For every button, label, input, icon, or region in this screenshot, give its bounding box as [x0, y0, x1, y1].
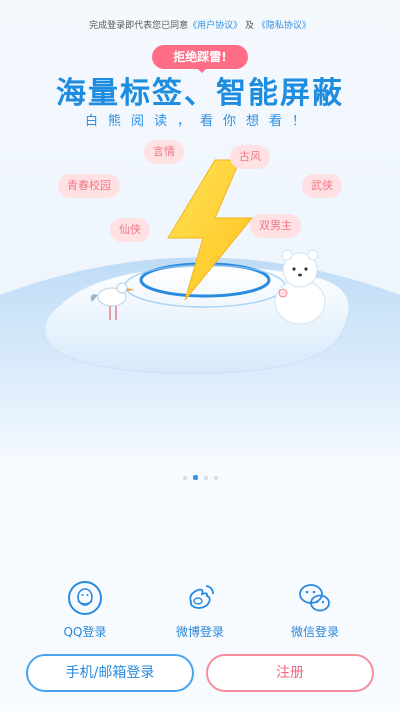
weibo-login-button[interactable]: 微博登录: [155, 580, 245, 640]
qq-login-button[interactable]: QQ登录: [40, 580, 130, 640]
carousel-dot[interactable]: [213, 475, 218, 480]
carousel-dot[interactable]: [203, 475, 208, 480]
headline: 海量标签、智能屏蔽: [56, 76, 344, 111]
phone-email-login-button[interactable]: 手机/邮箱登录: [26, 654, 194, 692]
tag-romance: 言情: [144, 140, 184, 164]
agreement-prefix: 完成登录即代表您已同意: [89, 21, 189, 31]
agreement-notice: 完成登录即代表您已同意《用户协议》 及 《隐私协议》: [0, 18, 400, 31]
qq-login-label: QQ登录: [63, 625, 107, 639]
promo-banner: 拒绝踩雷!: [152, 45, 248, 73]
carousel-indicator[interactable]: [0, 467, 400, 486]
weibo-login-label: 微博登录: [175, 625, 224, 639]
qq-icon: [68, 581, 102, 615]
tag-campus: 青春校园: [58, 174, 120, 198]
subheadline: 白熊阅读，看你想看！: [84, 114, 315, 129]
carousel-dot[interactable]: [182, 475, 187, 480]
weibo-icon: [189, 585, 214, 609]
tag-ancient-style: 古风: [230, 145, 270, 169]
agreement-and: 及: [242, 21, 257, 31]
tag-wuxia: 武侠: [302, 174, 342, 198]
polar-bear-icon: [274, 249, 326, 325]
carousel-dot-active[interactable]: [192, 475, 198, 480]
hero-illustration: 言情 古风 青春校园 武侠 仙侠 双男主: [0, 130, 400, 470]
wechat-login-label: 微信登录: [290, 625, 339, 639]
register-button[interactable]: 注册: [206, 654, 374, 692]
user-agreement-link[interactable]: 《用户协议》: [188, 21, 242, 31]
tag-xianxia: 仙侠: [110, 218, 150, 242]
wechat-icon: [299, 584, 330, 612]
third-party-login: QQ登录 微博登录 微信登录: [0, 580, 400, 640]
privacy-policy-link[interactable]: 《隐私协议》: [257, 21, 311, 31]
tag-bl: 双男主: [250, 214, 301, 238]
wechat-login-button[interactable]: 微信登录: [270, 580, 360, 640]
